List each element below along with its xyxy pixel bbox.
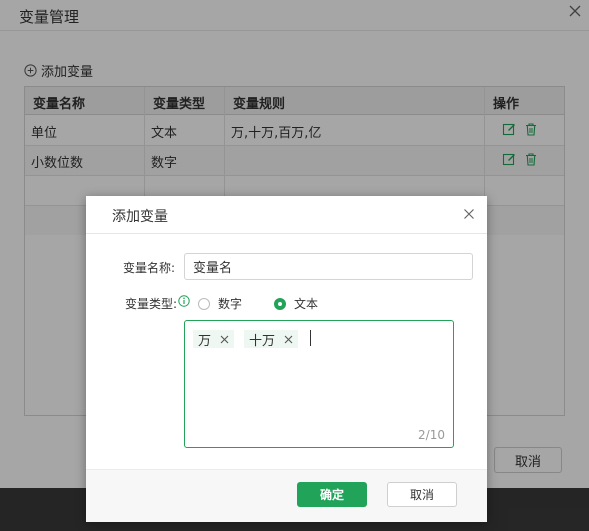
tag-counter: 2/10 [418,428,445,442]
text-caret [310,330,311,346]
remove-tag-icon[interactable] [284,335,293,344]
radio-label: 文本 [294,297,319,311]
radio-label: 数字 [218,297,243,311]
info-icon[interactable] [178,295,190,307]
divider [86,233,487,234]
modal-title: 添加变量 [112,209,168,225]
variable-name-input[interactable] [184,253,473,280]
cancel-button[interactable]: 取消 [387,482,457,507]
add-variable-modal: 添加变量 变量名称: 变量类型: 数字 文本 万 十万 2/10 [86,196,487,522]
type-label: 变量类型: [125,297,178,311]
close-icon[interactable] [463,208,475,220]
tag-label: 十万 [249,333,276,349]
tag-chip: 万 [193,330,235,349]
rule-tags-input[interactable]: 万 十万 2/10 [184,320,454,448]
tag-label: 万 [198,333,212,349]
radio-text[interactable]: 文本 [274,295,318,312]
radio-button [198,297,210,310]
confirm-button[interactable]: 确定 [297,482,367,507]
radio-button [274,297,286,310]
radio-number[interactable]: 数字 [198,295,242,312]
name-label: 变量名称: [123,261,176,275]
remove-tag-icon[interactable] [220,335,229,344]
tag-chip: 十万 [244,330,299,349]
